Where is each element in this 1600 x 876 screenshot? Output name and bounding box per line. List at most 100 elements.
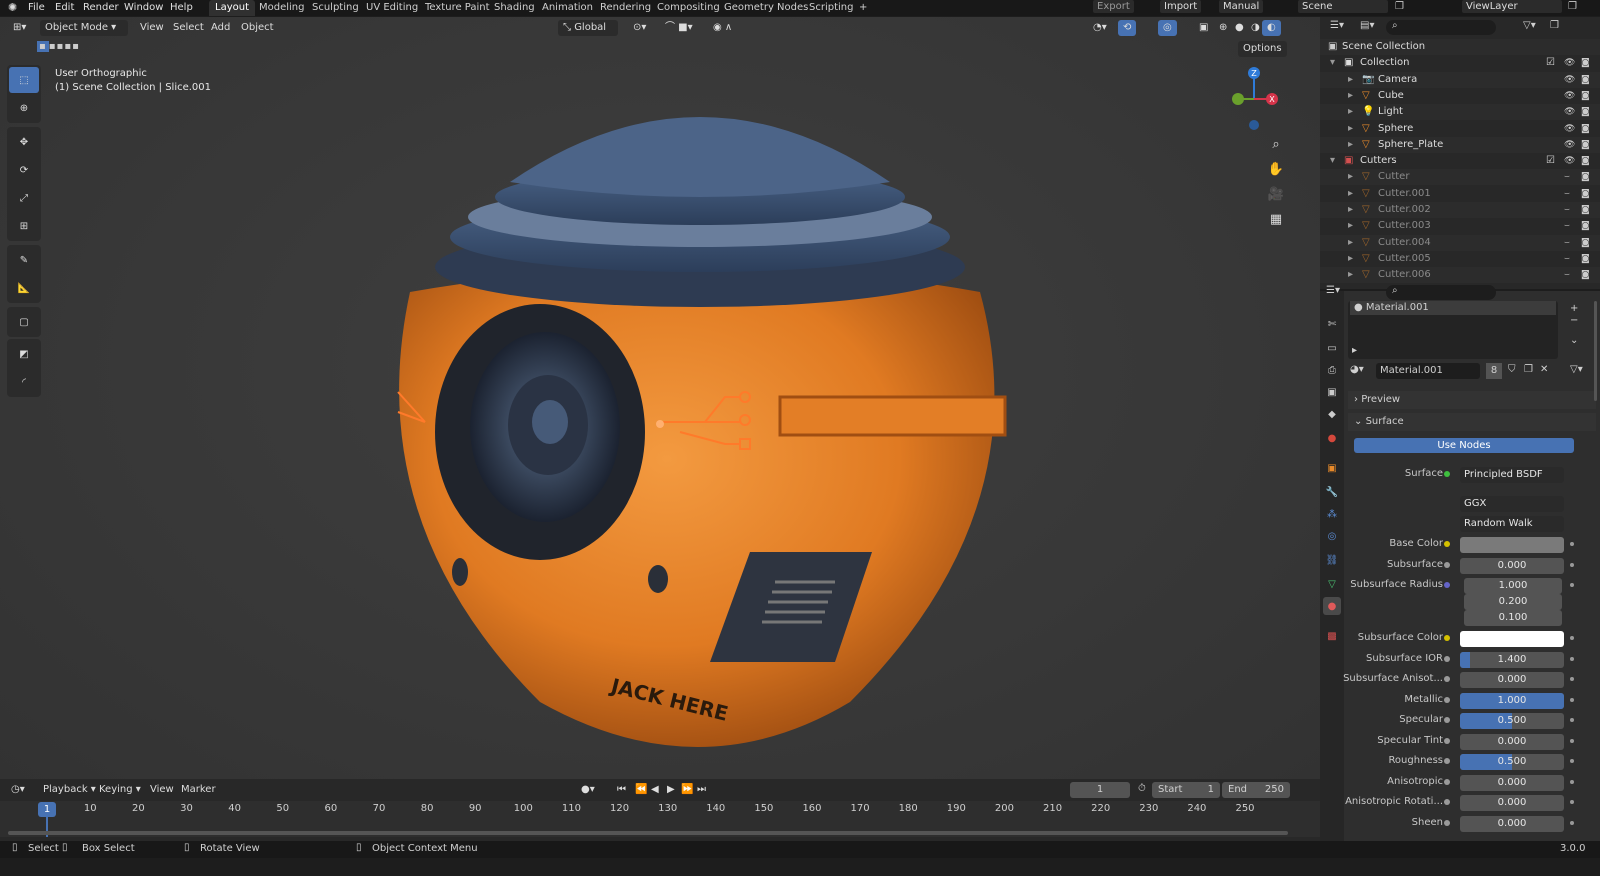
value-slider[interactable]: 0.500 [1460, 754, 1564, 770]
socket-dot-icon[interactable] [1444, 541, 1450, 547]
surface-section[interactable]: ⌄ Surface [1348, 413, 1596, 431]
visibility-eye-icon[interactable]: ⌣ [1564, 218, 1570, 234]
jump-end-icon[interactable]: ⏭ [692, 782, 711, 798]
properties-scrollbar[interactable] [1594, 301, 1597, 401]
keyframe-dot-icon[interactable] [1570, 677, 1574, 681]
manual-button[interactable]: Manual [1219, 0, 1264, 13]
workspace-tab-shading[interactable]: Shading [488, 0, 541, 16]
socket-dot-icon[interactable] [1444, 676, 1450, 682]
distribution-selector[interactable]: GGX [1460, 496, 1564, 512]
current-frame-field[interactable]: 1 [1070, 782, 1130, 798]
timeline-editor-icon[interactable]: ◷▾ [6, 782, 30, 798]
material-slot-list[interactable]: ● Material.001 ▸ [1348, 301, 1558, 359]
outliner-editor-icon[interactable]: ☰▾ [1330, 20, 1344, 31]
expand-chevron-icon[interactable]: ▾ [1330, 153, 1335, 169]
value-slider[interactable]: 0.000 [1460, 815, 1564, 832]
preview-section[interactable]: › Preview [1348, 391, 1596, 409]
keyframe-dot-icon[interactable] [1570, 562, 1574, 567]
outliner-item-cutter-006[interactable]: ▸ ▽ Cutter.006 ⌣ ◙ [1320, 267, 1600, 284]
add-slot-icon[interactable]: + [1570, 303, 1578, 314]
mode-selector[interactable]: Object Mode ▾ [40, 20, 128, 36]
visibility-eye-icon[interactable]: ⌣ [1564, 235, 1570, 251]
pivot-icon[interactable]: ⊙▾ [628, 20, 651, 36]
outliner-item-sphere-plate[interactable]: ▸ ▽ Sphere_Plate 👁 ◙ [1320, 136, 1600, 153]
workspace-tab-modeling[interactable]: Modeling [253, 0, 311, 16]
render-camera-icon[interactable]: ◙ [1581, 186, 1590, 202]
expand-chevron-icon[interactable]: ▸ [1348, 169, 1353, 185]
render-camera-icon[interactable]: ◙ [1581, 267, 1590, 283]
outliner-item-cutter-003[interactable]: ▸ ▽ Cutter.003 ⌣ ◙ [1320, 218, 1600, 234]
outliner-item-light[interactable]: ▸ 💡 Light 👁 ◙ [1320, 104, 1600, 121]
menu-add[interactable]: Add [206, 20, 235, 36]
expand-chevron-icon[interactable]: ▸ [1348, 218, 1353, 234]
transform-tool-icon[interactable]: ⊞ [9, 213, 39, 239]
particles-tab-icon[interactable]: ⁂ [1323, 505, 1341, 523]
render-camera-icon[interactable]: ◙ [1581, 104, 1590, 120]
keyframe-dot-icon[interactable] [1570, 636, 1574, 640]
visibility-eye-icon[interactable]: 👁 [1564, 55, 1575, 71]
keyframe-dot-icon[interactable] [1570, 656, 1574, 661]
add-cube-tool-icon[interactable]: ▢ [9, 309, 39, 335]
outliner-item-sphere[interactable]: ▸ ▽ Sphere 👁 ◙ [1320, 121, 1600, 137]
camera-view-icon[interactable]: 🎥 [1264, 182, 1288, 206]
render-camera-icon[interactable]: ◙ [1581, 88, 1590, 104]
outliner-item-cube[interactable]: ▸ ▽ Cube 👁 ◙ [1320, 88, 1600, 104]
remove-slot-icon[interactable]: − [1570, 315, 1578, 326]
cursor-tool-icon[interactable]: ⊕ [9, 95, 39, 121]
visibility-eye-icon[interactable]: 👁 [1564, 88, 1575, 104]
expand-chevron-icon[interactable]: ▸ [1348, 137, 1353, 153]
menu-view[interactable]: View [135, 20, 169, 36]
transform-orientation-selector[interactable]: ⤡ Global [558, 20, 618, 36]
color-swatch[interactable] [1460, 631, 1564, 647]
timeline-view-menu[interactable]: View [145, 782, 179, 798]
workspace-tab-uv-editing[interactable]: UV Editing [360, 0, 424, 16]
rotate-tool-icon[interactable]: ⟳ [9, 157, 39, 183]
material-slot-row[interactable]: ● Material.001 [1350, 301, 1556, 315]
keyframe-dot-icon[interactable] [1570, 738, 1574, 743]
keyframe-dot-icon[interactable] [1570, 718, 1574, 722]
texture-tab-icon[interactable]: ▩ [1323, 627, 1341, 645]
boxcutter-tool-icon[interactable]: ◩ [9, 341, 39, 367]
keyframe-dot-icon[interactable] [1570, 583, 1574, 587]
import-button[interactable]: Import [1160, 0, 1202, 13]
start-frame-field[interactable]: Start 1 [1152, 782, 1220, 798]
visibility-eye-icon[interactable]: ⌣ [1564, 267, 1570, 283]
view-layer-selector[interactable]: ViewLayer [1462, 0, 1562, 13]
render-camera-icon[interactable]: ◙ [1581, 169, 1590, 185]
material-tab-icon[interactable]: ● [1323, 597, 1341, 615]
proportional-edit-icon[interactable]: ◉ ∧ [708, 20, 737, 36]
expand-chevron-icon[interactable]: ▸ [1348, 267, 1353, 283]
value-slider[interactable]: 0.500 [1460, 713, 1564, 729]
fake-user-icon[interactable]: ⛉ [1508, 364, 1516, 375]
visibility-eye-icon[interactable]: 👁 [1564, 104, 1575, 120]
workspace-tab-rendering[interactable]: Rendering [594, 0, 657, 16]
properties-editor-icon[interactable]: ☰▾ [1326, 285, 1340, 296]
outliner-item-cutter-005[interactable]: ▸ ▽ Cutter.005 ⌣ ◙ [1320, 251, 1600, 267]
material-browse-icon[interactable]: ◕▾ [1350, 364, 1364, 375]
scene-tab-icon[interactable]: ◆ [1323, 405, 1341, 423]
display-mode-icon[interactable]: ▤▾ [1360, 20, 1374, 31]
snap-icon[interactable]: ⌒ ■▾ [660, 20, 698, 36]
vector-component-field[interactable]: 0.100 [1464, 610, 1562, 626]
menu-window[interactable]: Window [124, 1, 163, 15]
properties-search[interactable]: ⌕ [1386, 285, 1496, 300]
navigation-gizmo[interactable]: Z X [1222, 65, 1286, 135]
scale-tool-icon[interactable]: ⤢ [9, 185, 39, 211]
object-tab-icon[interactable]: ▣ [1323, 459, 1341, 477]
render-camera-icon[interactable]: ◙ [1581, 55, 1590, 71]
ortho-grid-icon[interactable]: ▦ [1264, 207, 1288, 231]
blender-logo-icon[interactable]: ✺ [8, 1, 22, 15]
visibility-eye-icon[interactable]: 👁 [1564, 137, 1575, 153]
menu-help[interactable]: Help [170, 1, 193, 15]
workspace-tab-geometry-nodes[interactable]: Geometry Nodes [718, 0, 814, 16]
stopwatch-icon[interactable]: ⏱ [1138, 783, 1146, 794]
move-tool-icon[interactable]: ✥ [9, 129, 39, 155]
constraints-tab-icon[interactable]: ⛓ [1323, 551, 1341, 569]
visibility-eye-icon[interactable]: ⌣ [1564, 186, 1570, 202]
playback-menu[interactable]: Playback ▾ [38, 782, 101, 798]
material-name-field[interactable]: Material.001 [1376, 363, 1480, 379]
hardops-tool-icon[interactable]: ◜ [9, 369, 39, 395]
render-camera-icon[interactable]: ◙ [1581, 121, 1590, 137]
socket-dot-icon[interactable] [1444, 696, 1450, 703]
record-icon[interactable]: ●▾ [576, 782, 600, 798]
